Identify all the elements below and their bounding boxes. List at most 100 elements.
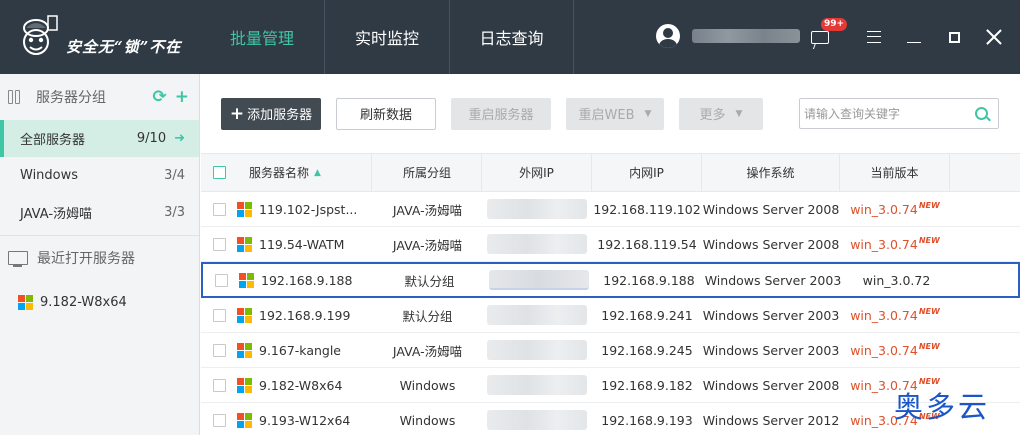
server-group: JAVA-汤姆喵 bbox=[392, 237, 463, 253]
internal-ip: 192.168.9.182 bbox=[601, 377, 693, 393]
windows-logo-icon bbox=[237, 377, 252, 393]
user-info[interactable] bbox=[656, 24, 800, 48]
menu-button[interactable] bbox=[854, 17, 894, 57]
header-internal-ip[interactable]: 内网IP bbox=[592, 153, 702, 192]
arrow-right-icon: ➜ bbox=[174, 131, 185, 146]
username-redacted bbox=[692, 29, 800, 43]
recent-server-item[interactable]: 9.182-W8x64 bbox=[0, 280, 199, 324]
header-server-name[interactable]: 服务器名称 ▲ bbox=[237, 153, 372, 192]
tab-log-query[interactable]: 日志查询 bbox=[450, 0, 574, 74]
windows-logo-icon bbox=[237, 307, 252, 323]
main-nav: 批量管理 实时监控 日志查询 bbox=[200, 0, 574, 74]
add-server-button[interactable]: + 添加服务器 bbox=[221, 97, 321, 130]
restart-server-button[interactable]: 重启服务器 bbox=[451, 97, 551, 130]
server-name: 119.54-WATM bbox=[259, 236, 345, 252]
refresh-data-button[interactable]: 刷新数据 bbox=[336, 97, 436, 130]
row-checkbox[interactable] bbox=[212, 202, 226, 216]
sidebar-item-count: 9/10 bbox=[136, 131, 167, 146]
row-checkbox[interactable] bbox=[214, 273, 228, 287]
add-group-icon[interactable]: + bbox=[175, 87, 189, 107]
search-box bbox=[799, 98, 999, 129]
new-version-tag: NEW bbox=[918, 342, 940, 351]
minimize-icon bbox=[907, 41, 921, 43]
external-ip-redacted bbox=[489, 270, 589, 290]
maximize-icon bbox=[948, 31, 960, 43]
os-name: Windows Server 2003 bbox=[702, 307, 840, 323]
search-input[interactable] bbox=[800, 106, 975, 121]
minimize-button[interactable] bbox=[894, 17, 934, 57]
table-row-selected[interactable]: 192.168.9.188 默认分组 192.168.9.188 Windows… bbox=[201, 262, 1020, 298]
logo-text: 安全无“锁”不在 bbox=[66, 37, 182, 56]
external-ip-redacted bbox=[487, 340, 587, 360]
sidebar-item-all-servers[interactable]: 全部服务器 9/10 ➜ bbox=[0, 120, 199, 157]
table-row[interactable]: 192.168.9.199 默认分组 192.168.9.241 Windows… bbox=[201, 298, 1020, 333]
windows-logo-icon bbox=[237, 236, 252, 252]
windows-logo-icon bbox=[237, 201, 252, 217]
row-checkbox[interactable] bbox=[212, 308, 226, 322]
close-button[interactable] bbox=[974, 17, 1014, 57]
version: win_3.0.74 bbox=[850, 202, 918, 217]
sidebar-item-count: 3/4 bbox=[164, 168, 185, 183]
header-group[interactable]: 所属分组 bbox=[372, 153, 482, 192]
server-name: 9.182-W8x64 bbox=[259, 377, 343, 393]
table-row[interactable]: 9.167-kangle JAVA-汤姆喵 192.168.9.245 Wind… bbox=[201, 333, 1020, 368]
os-name: Windows Server 2003 bbox=[702, 342, 840, 358]
server-name: 192.168.9.188 bbox=[261, 272, 353, 288]
server-name: 119.102-Jspst... bbox=[259, 201, 358, 217]
internal-ip: 192.168.9.193 bbox=[601, 412, 693, 428]
watermark-text: 奥多云 bbox=[894, 390, 991, 424]
recent-server-label: 9.182-W8x64 bbox=[40, 294, 127, 310]
message-icon[interactable]: 99+ bbox=[810, 18, 848, 49]
select-all-checkbox[interactable] bbox=[212, 166, 226, 179]
window-controls: 99+ bbox=[810, 0, 1020, 74]
windows-logo-icon bbox=[18, 294, 33, 310]
toolbar: + 添加服务器 刷新数据 重启服务器 重启WEB ▼ 更多 ▼ bbox=[201, 74, 1020, 153]
more-dropdown[interactable]: 更多 ▼ bbox=[679, 97, 763, 130]
server-group: 默认分组 bbox=[402, 308, 453, 324]
app-window: 安全无“锁”不在 批量管理 实时监控 日志查询 99+ 服务器分组 ⟳ + 全部… bbox=[0, 0, 1020, 435]
row-checkbox[interactable] bbox=[212, 237, 226, 251]
sidebar: 服务器分组 ⟳ + 全部服务器 9/10 ➜ Windows 3/4 JAVA-… bbox=[0, 74, 200, 435]
recent-servers-header: 最近打开服务器 bbox=[0, 236, 199, 280]
search-icon[interactable] bbox=[975, 107, 988, 120]
version: win_3.0.74 bbox=[850, 237, 918, 252]
top-bar: 安全无“锁”不在 批量管理 实时监控 日志查询 99+ bbox=[0, 0, 1020, 74]
tab-batch-management[interactable]: 批量管理 bbox=[200, 0, 325, 74]
table-row[interactable]: 119.54-WATM JAVA-汤姆喵 192.168.119.54 Wind… bbox=[201, 227, 1020, 262]
app-logo: 安全无“锁”不在 bbox=[0, 0, 200, 74]
close-icon bbox=[986, 29, 1002, 45]
windows-logo-icon bbox=[237, 412, 252, 428]
table-row[interactable]: 119.102-Jspst... JAVA-汤姆喵 192.168.119.10… bbox=[201, 192, 1020, 227]
sidebar-item-count: 3/3 bbox=[164, 205, 185, 220]
sidebar-item-label: 全部服务器 bbox=[20, 133, 86, 148]
row-checkbox[interactable] bbox=[212, 378, 226, 392]
sort-ascending-icon: ▲ bbox=[314, 167, 321, 178]
os-name: Windows Server 2008 bbox=[702, 236, 840, 252]
version: win_3.0.74 bbox=[850, 308, 918, 323]
external-ip-redacted bbox=[487, 234, 587, 254]
row-checkbox[interactable] bbox=[212, 343, 226, 357]
tab-realtime-monitor[interactable]: 实时监控 bbox=[325, 0, 450, 74]
server-groups-title: 服务器分组 bbox=[36, 90, 106, 106]
mascot-logo-icon bbox=[18, 14, 58, 60]
internal-ip: 192.168.9.245 bbox=[601, 342, 693, 358]
user-avatar-icon[interactable] bbox=[656, 24, 680, 48]
new-version-tag: NEW bbox=[918, 201, 940, 210]
maximize-button[interactable] bbox=[934, 17, 974, 57]
server-groups-header: 服务器分组 ⟳ + bbox=[0, 74, 199, 120]
header-version[interactable]: 当前版本 bbox=[840, 153, 950, 192]
menu-icon bbox=[867, 31, 881, 43]
restart-web-dropdown[interactable]: 重启WEB ▼ bbox=[566, 97, 664, 130]
add-server-label: 添加服务器 bbox=[247, 108, 313, 123]
windows-logo-icon bbox=[239, 272, 254, 288]
refresh-groups-icon[interactable]: ⟳ bbox=[153, 87, 167, 107]
server-group: JAVA-汤姆喵 bbox=[392, 202, 463, 218]
server-group: JAVA-汤姆喵 bbox=[392, 343, 463, 359]
server-group: Windows bbox=[399, 412, 456, 428]
header-external-ip[interactable]: 外网IP bbox=[482, 153, 592, 192]
header-os[interactable]: 操作系统 bbox=[702, 153, 840, 192]
os-name: Windows Server 2012 bbox=[702, 412, 840, 428]
sidebar-item-java[interactable]: JAVA-汤姆喵 3/3 bbox=[0, 194, 199, 231]
sidebar-item-windows[interactable]: Windows 3/4 bbox=[0, 157, 199, 194]
row-checkbox[interactable] bbox=[212, 413, 226, 427]
